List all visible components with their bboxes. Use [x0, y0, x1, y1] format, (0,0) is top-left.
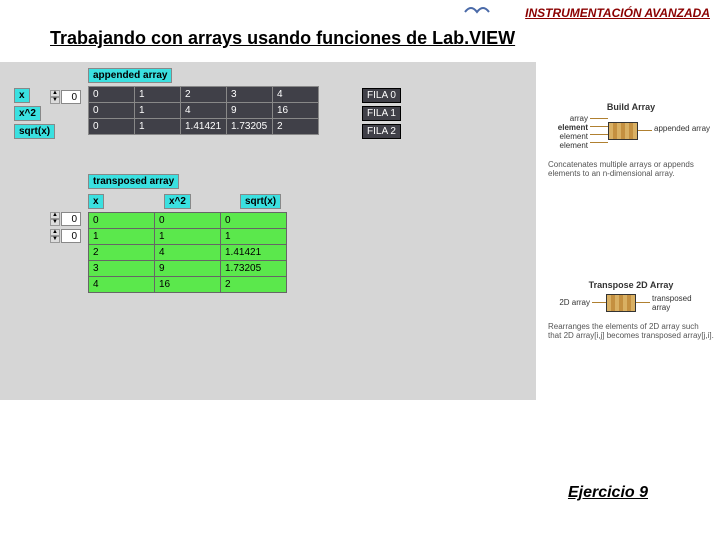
header-x: x: [88, 194, 104, 209]
cell: 0: [89, 213, 155, 229]
cell: 16: [155, 277, 221, 293]
build-array-icon: [608, 122, 638, 140]
transposed-array-label: transposed array: [88, 174, 179, 189]
header-sqrt: sqrt(x): [240, 194, 281, 209]
table-row: 1 1 1: [89, 229, 287, 245]
transposed-index-b-value[interactable]: 0: [61, 229, 81, 243]
table-row: 0 1 1.41421 1.73205 2: [89, 119, 319, 135]
cell: 2: [221, 277, 287, 293]
cell: 1: [135, 103, 181, 119]
table-row: 3 9 1.73205: [89, 261, 287, 277]
cell: 3: [89, 261, 155, 277]
front-panel: x x^2 sqrt(x) ▲▼ 0 appended array 0 1 2 …: [0, 62, 536, 400]
build-array-title: Build Array: [548, 102, 714, 112]
logo-icon: [464, 2, 490, 19]
cell: 1.41421: [221, 245, 287, 261]
out-label: transposed array: [652, 294, 712, 312]
transpose-icon: [606, 294, 636, 312]
label-sqrt: sqrt(x): [14, 124, 55, 139]
cell: 1: [135, 119, 181, 135]
cell: 1.73205: [221, 261, 287, 277]
cell: 9: [155, 261, 221, 277]
cell: 0: [155, 213, 221, 229]
transpose-desc: Rearranges the elements of 2D array such…: [548, 322, 714, 340]
cell: 1: [135, 87, 181, 103]
brand-header: INSTRUMENTACIÓN AVANZADA: [525, 6, 710, 20]
cell: 4: [181, 103, 227, 119]
fila-2-label: FILA 2: [362, 124, 401, 139]
cell: 0: [89, 119, 135, 135]
cell: 16: [273, 103, 319, 119]
stepper-icon[interactable]: ▲▼: [50, 212, 60, 226]
in-label: element: [548, 132, 588, 141]
header-x2: x^2: [164, 194, 191, 209]
cell: 2: [89, 245, 155, 261]
transposed-index-b[interactable]: ▲▼ 0: [50, 229, 81, 243]
transposed-table: 0 0 0 1 1 1 2 4 1.41421 3 9 1.73205 4 16…: [88, 212, 287, 293]
stepper-icon[interactable]: ▲▼: [50, 90, 60, 104]
cell: 0: [89, 87, 135, 103]
appended-table: 0 1 2 3 4 0 1 4 9 16 0 1 1.41421 1.73205…: [88, 86, 319, 135]
transpose-help: Transpose 2D Array 2D array transposed a…: [548, 280, 714, 340]
appended-index-value[interactable]: 0: [61, 90, 81, 104]
cell: 1: [89, 229, 155, 245]
table-row: 0 0 0: [89, 213, 287, 229]
cell: 2: [273, 119, 319, 135]
cell: 1.73205: [227, 119, 273, 135]
table-row: 0 1 4 9 16: [89, 103, 319, 119]
table-row: 0 1 2 3 4: [89, 87, 319, 103]
out-label: appended array: [654, 124, 710, 133]
cell: 2: [181, 87, 227, 103]
label-x: x: [14, 88, 30, 103]
cell: 0: [221, 213, 287, 229]
transposed-index-a[interactable]: ▲▼ 0: [50, 212, 81, 226]
cell: 0: [89, 103, 135, 119]
table-row: 4 16 2: [89, 277, 287, 293]
page-title: Trabajando con arrays usando funciones d…: [50, 28, 515, 49]
build-array-desc: Concatenates multiple arrays or appends …: [548, 160, 714, 178]
fila-0-label: FILA 0: [362, 88, 401, 103]
exercise-label: Ejercicio 9: [568, 484, 648, 502]
in-label: 2D array: [548, 298, 590, 307]
cell: 4: [89, 277, 155, 293]
cell: 1: [155, 229, 221, 245]
appended-array-label: appended array: [88, 68, 172, 83]
in-label: array: [548, 114, 588, 123]
cell: 9: [227, 103, 273, 119]
in-label: element: [548, 141, 588, 150]
label-x2: x^2: [14, 106, 41, 121]
transpose-title: Transpose 2D Array: [548, 280, 714, 290]
cell: 4: [273, 87, 319, 103]
build-array-help: Build Array array element element elemen…: [548, 102, 714, 178]
cell: 1: [221, 229, 287, 245]
appended-index[interactable]: ▲▼ 0: [50, 90, 81, 104]
cell: 4: [155, 245, 221, 261]
stepper-icon[interactable]: ▲▼: [50, 229, 60, 243]
transposed-index-a-value[interactable]: 0: [61, 212, 81, 226]
in-label: element: [548, 123, 588, 132]
cell: 3: [227, 87, 273, 103]
table-row: 2 4 1.41421: [89, 245, 287, 261]
fila-1-label: FILA 1: [362, 106, 401, 121]
cell: 1.41421: [181, 119, 227, 135]
